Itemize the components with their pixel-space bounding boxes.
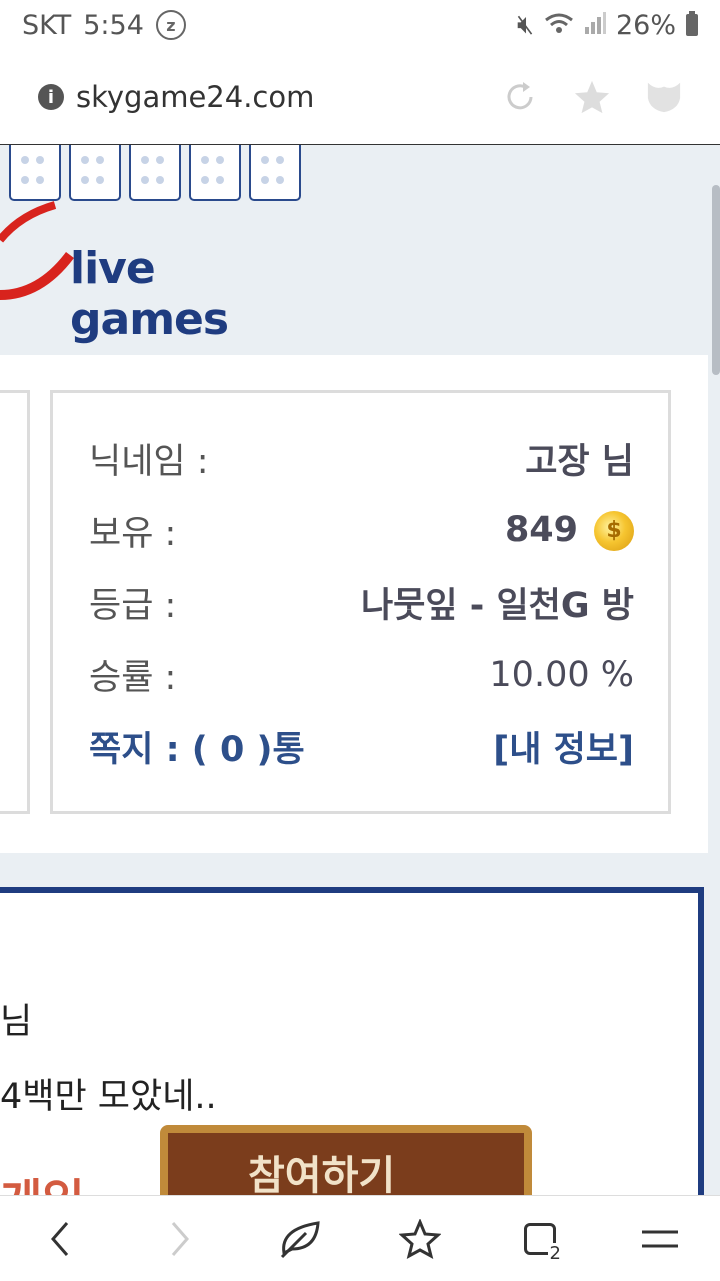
clock-text: 5:54 — [83, 9, 144, 41]
holdings-row: 보유 : 849 $ — [89, 505, 634, 556]
notification-badge-icon: z — [155, 10, 186, 40]
battery-percent: 26% — [615, 9, 676, 41]
coin-icon: $ — [594, 511, 634, 551]
menu-icon[interactable] — [630, 1209, 690, 1269]
site-logo[interactable]: live games — [0, 145, 320, 345]
browser-bottom-bar: 2 — [0, 1195, 720, 1281]
status-left: SKT 5:54 z — [22, 10, 186, 41]
grade-value: 나뭇잎 - 일천G 방 — [360, 586, 634, 626]
join-button-label: 참여하기 — [248, 1153, 396, 1195]
holdings-label: 보유 : — [89, 514, 177, 554]
shield-icon[interactable] — [646, 79, 682, 115]
signal-icon — [584, 10, 606, 41]
back-icon[interactable] — [30, 1209, 90, 1269]
winrate-label: 승률 : — [89, 658, 177, 698]
winrate-value: 10.00 % — [489, 654, 634, 695]
url-text[interactable]: skygame24.com — [76, 80, 314, 114]
nickname-label: 닉네임 : — [89, 442, 209, 482]
event-ribbon-text: 게임 — [0, 1165, 150, 1195]
wifi-icon — [544, 10, 574, 41]
logo-text: live games — [70, 243, 229, 345]
carrier-text: SKT — [22, 9, 72, 41]
bookmark-icon[interactable] — [390, 1209, 450, 1269]
mute-icon: 🔇︎ — [516, 9, 534, 40]
holdings-value-wrap: 849 $ — [505, 510, 634, 551]
page-content: live games 닉네임 : 고장 님 보유 : 849 $ 등급 : 나뭇잎… — [0, 145, 720, 1195]
forward-icon[interactable] — [150, 1209, 210, 1269]
event-line-1: 님 — [0, 1002, 33, 1042]
nickname-value: 고장 님 — [525, 442, 634, 482]
tabs-icon[interactable]: 2 — [510, 1209, 570, 1269]
battery-icon — [686, 11, 698, 36]
url-actions — [502, 79, 682, 115]
star-icon[interactable] — [574, 79, 610, 115]
messages-link[interactable]: 쪽지 : ( 0 )통 — [89, 721, 305, 772]
grade-row: 등급 : 나뭇잎 - 일천G 방 — [89, 577, 634, 628]
my-info-link[interactable]: [내 정보] — [493, 721, 634, 772]
user-info-box: 닉네임 : 고장 님 보유 : 849 $ 등급 : 나뭇잎 - 일천G 방 승률… — [50, 390, 671, 814]
winrate-row: 승률 : 10.00 % — [89, 649, 634, 700]
join-button[interactable]: 참여하기 — [160, 1125, 532, 1195]
messages-row: 쪽지 : ( 0 )통 [내 정보] — [89, 721, 634, 772]
holdings-value: 849 — [504, 510, 578, 550]
grade-label: 등급 : — [89, 586, 177, 626]
home-icon[interactable] — [270, 1209, 330, 1269]
tab-count: 2 — [547, 1242, 563, 1264]
tabs-frame: 2 — [524, 1222, 563, 1264]
event-line-2: 4백만 모았네.. — [0, 1077, 217, 1117]
reload-icon[interactable] — [502, 79, 538, 115]
left-box — [0, 390, 30, 814]
status-right: 🔇︎ 26% — [517, 9, 698, 41]
status-bar: SKT 5:54 z 🔇︎ 26% — [0, 0, 720, 50]
nickname-row: 닉네임 : 고장 님 — [89, 433, 634, 484]
info-icon[interactable]: i — [38, 84, 64, 110]
browser-url-bar: i skygame24.com — [0, 50, 720, 145]
page-scrollbar[interactable] — [712, 185, 720, 375]
